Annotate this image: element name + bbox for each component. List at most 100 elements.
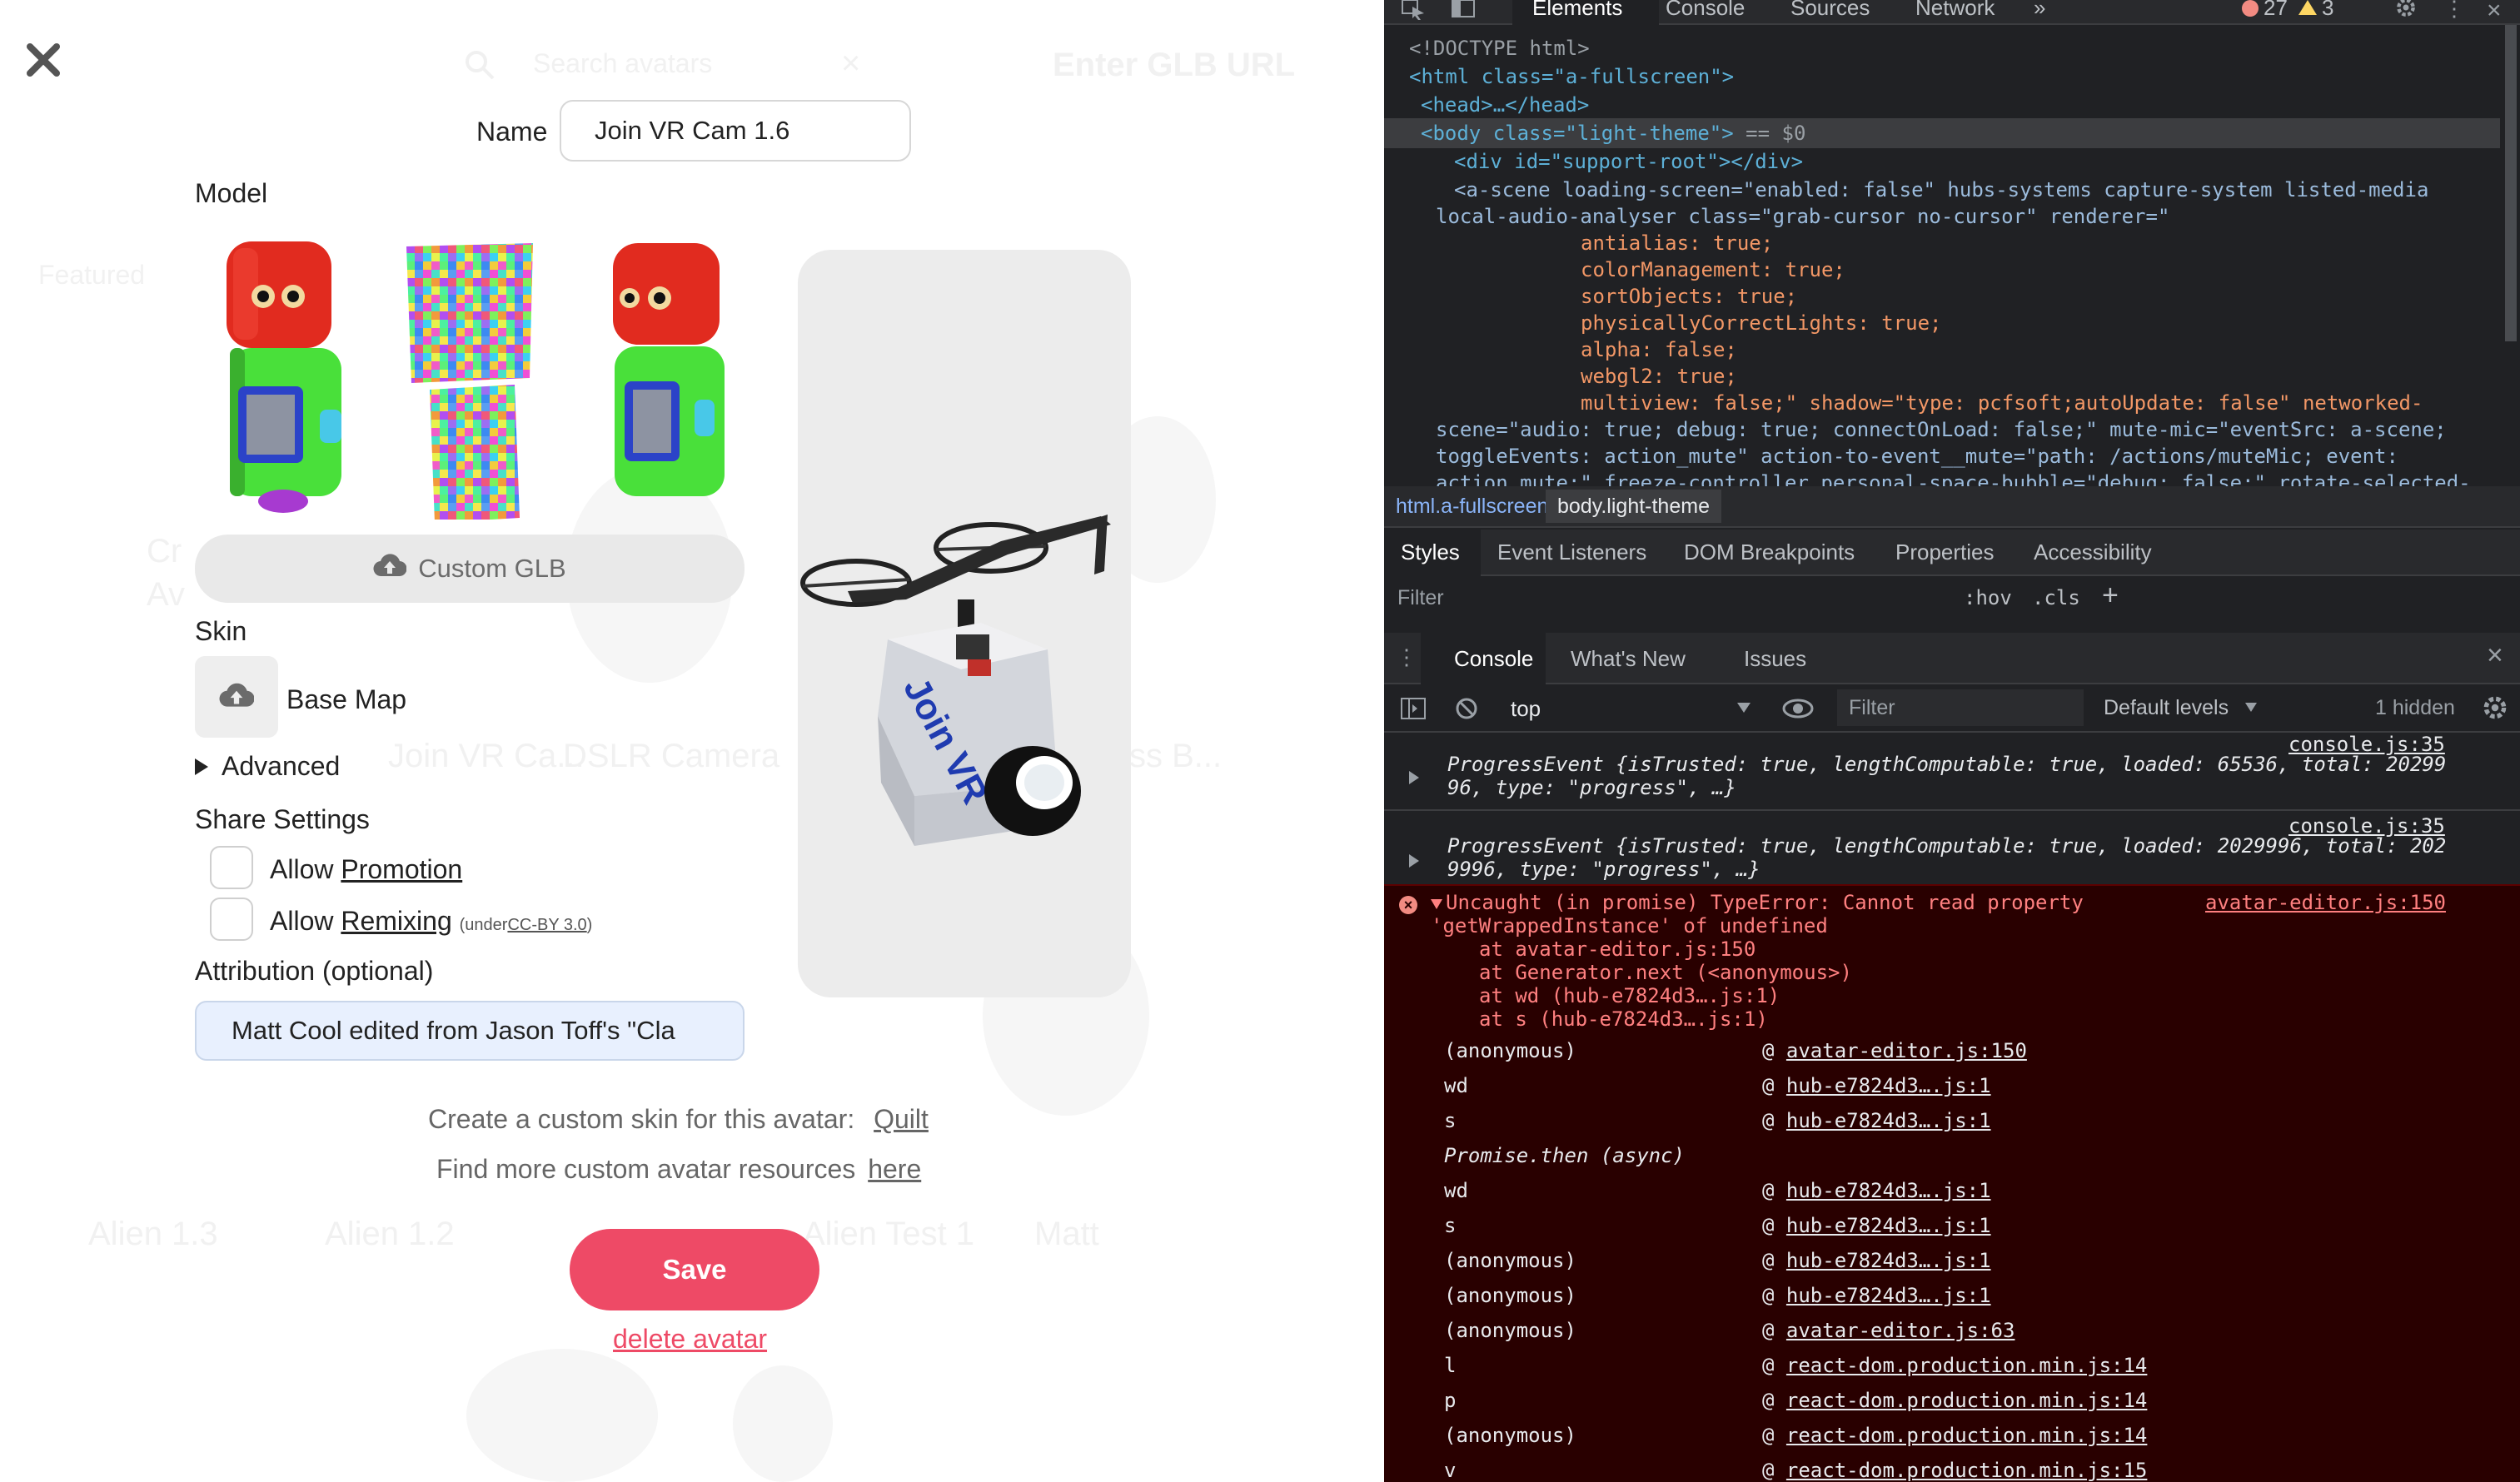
warning-count-icon[interactable] xyxy=(2298,0,2317,15)
allow-remixing-label: Allow Remixing (underCC-BY 3.0) xyxy=(270,906,592,937)
stack-frame-link[interactable]: hub-e7824d3….js:1 xyxy=(1786,1214,1991,1237)
chevron-down-icon[interactable] xyxy=(2245,703,2257,712)
inspect-element-icon[interactable] xyxy=(1401,0,1426,24)
console-settings-gear-icon[interactable] xyxy=(2482,694,2508,725)
head-node[interactable]: <head>…</head> xyxy=(1421,93,1589,117)
license-link[interactable]: CC-BY 3.0 xyxy=(507,916,586,934)
model-thumbnail-robot-side[interactable] xyxy=(596,236,763,520)
stack-frame-source[interactable]: @ react-dom.production.min.js:14 xyxy=(1762,1354,2147,1377)
error-stack-line[interactable]: at wd (hub-e7824d3….js:1) xyxy=(1479,984,1780,1007)
save-button[interactable]: Save xyxy=(570,1229,819,1310)
stack-frame-link[interactable]: hub-e7824d3….js:1 xyxy=(1786,1074,1991,1097)
close-devtools-icon[interactable]: × xyxy=(2487,0,2502,25)
stack-frame-source[interactable]: @ hub-e7824d3….js:1 xyxy=(1762,1249,1991,1272)
stack-frame-source[interactable]: @ hub-e7824d3….js:1 xyxy=(1762,1179,1991,1202)
cloud-upload-icon xyxy=(219,682,255,713)
tab-console[interactable]: Console xyxy=(1666,0,1745,21)
model-thumbnail-checker[interactable] xyxy=(390,236,556,523)
attribution-input[interactable]: Matt Cool edited from Jason Toff's "Cla xyxy=(195,1001,745,1061)
stack-frame-source[interactable]: @ avatar-editor.js:63 xyxy=(1762,1319,2015,1342)
error-count: 27 xyxy=(2264,0,2288,20)
avatar-preview[interactable]: Join VR xyxy=(798,250,1131,997)
stack-frame-name: (anonymous) xyxy=(1444,1319,1576,1342)
background-clear-icon: × xyxy=(841,45,861,82)
custom-glb-button[interactable]: Custom GLB xyxy=(195,535,745,603)
eye-icon[interactable] xyxy=(1782,698,1814,724)
expand-triangle-icon[interactable] xyxy=(1409,771,1419,784)
drawer-tab-whats-new[interactable]: What's New xyxy=(1571,646,1686,672)
error-count-icon[interactable] xyxy=(2242,0,2259,17)
stack-frame-link[interactable]: hub-e7824d3….js:1 xyxy=(1786,1109,1991,1132)
resources-link[interactable]: here xyxy=(868,1154,921,1184)
clear-console-icon[interactable] xyxy=(1454,696,1479,725)
stack-frame-link[interactable]: react-dom.production.min.js:14 xyxy=(1786,1389,2147,1412)
background-search-icon xyxy=(463,48,496,86)
name-input[interactable]: Join VR Cam 1.6 xyxy=(560,100,911,162)
styles-filter-input[interactable]: Filter xyxy=(1397,586,1980,610)
stack-frame-source[interactable]: @ react-dom.production.min.js:14 xyxy=(1762,1424,2147,1447)
tab-network[interactable]: Network xyxy=(1915,0,1995,21)
allow-remixing-checkbox[interactable] xyxy=(210,898,253,941)
drawer-tab-issues[interactable]: Issues xyxy=(1744,646,1806,672)
stack-frame-source[interactable]: @ hub-e7824d3….js:1 xyxy=(1762,1284,1991,1307)
log-levels-dropdown[interactable]: Default levels xyxy=(2104,696,2229,720)
tab-event-listeners[interactable]: Event Listeners xyxy=(1497,540,1646,565)
a-scene-line: local-audio-analyser class="grab-cursor … xyxy=(1436,205,2170,228)
html-node[interactable]: <html class="a-fullscreen"> xyxy=(1409,65,1734,88)
close-drawer-icon[interactable]: × xyxy=(2487,639,2503,672)
more-options-icon[interactable]: ⋮ xyxy=(2443,0,2465,19)
stack-frame-link[interactable]: react-dom.production.min.js:14 xyxy=(1786,1354,2147,1377)
stack-frame-source[interactable]: @ react-dom.production.min.js:15 xyxy=(1762,1459,2147,1482)
advanced-toggle[interactable]: Advanced xyxy=(195,751,340,782)
stack-frame-link[interactable]: hub-e7824d3….js:1 xyxy=(1786,1284,1991,1307)
tab-sources[interactable]: Sources xyxy=(1790,0,1870,21)
tab-accessibility[interactable]: Accessibility xyxy=(2034,540,2152,565)
allow-text: Allow xyxy=(270,906,334,936)
body-node[interactable]: <body class="light-theme"> == $0 xyxy=(1421,122,1805,145)
breadcrumb-body[interactable]: body.light-theme xyxy=(1546,490,1721,523)
error-source-link[interactable]: avatar-editor.js:150 xyxy=(2205,891,2446,914)
tab-properties[interactable]: Properties xyxy=(1895,540,1995,565)
stack-frame-source[interactable]: @ react-dom.production.min.js:14 xyxy=(1762,1389,2147,1412)
cls-toggle[interactable]: .cls xyxy=(2032,586,2080,609)
scene-attr-line: scene="audio: true; debug: true; connect… xyxy=(1436,418,2447,441)
stack-frame-source[interactable]: @ hub-e7824d3….js:1 xyxy=(1762,1214,1991,1237)
device-toolbar-icon[interactable] xyxy=(1451,0,1476,24)
promotion-link[interactable]: Promotion xyxy=(341,854,462,884)
sidebar-toggle-icon[interactable] xyxy=(1401,698,1426,724)
add-style-rule-icon[interactable]: + xyxy=(2102,579,2119,612)
allow-promotion-checkbox[interactable] xyxy=(210,846,253,889)
tab-dom-breakpoints[interactable]: DOM Breakpoints xyxy=(1684,540,1855,565)
chevron-down-icon[interactable] xyxy=(1737,703,1751,713)
expand-triangle-icon[interactable] xyxy=(1409,854,1419,868)
delete-avatar-link[interactable]: delete avatar xyxy=(613,1324,767,1355)
stack-frame-source[interactable]: @ hub-e7824d3….js:1 xyxy=(1762,1074,1991,1097)
stack-frame-link[interactable]: hub-e7824d3….js:1 xyxy=(1786,1249,1991,1272)
console-filter-input[interactable]: Filter xyxy=(1837,689,2084,726)
avatar-editor-panel: Search avatars × Enter GLB URL Featured … xyxy=(0,0,1384,1482)
breadcrumb-html[interactable]: html.a-fullscreen xyxy=(1396,495,1548,519)
context-selector[interactable]: top xyxy=(1511,696,1541,722)
model-thumbnail-robot[interactable] xyxy=(210,236,376,520)
error-stack-line[interactable]: at s (hub-e7824d3….js:1) xyxy=(1479,1007,1768,1031)
drawer-menu-icon[interactable]: ⋮ xyxy=(1396,644,1417,670)
close-icon[interactable] xyxy=(23,40,63,80)
collapse-triangle-icon[interactable] xyxy=(1431,899,1442,909)
stack-frame-source[interactable]: @ hub-e7824d3….js:1 xyxy=(1762,1109,1991,1132)
remixing-link[interactable]: Remixing xyxy=(341,906,451,936)
stack-frame-link[interactable]: react-dom.production.min.js:14 xyxy=(1786,1424,2147,1447)
more-tabs-icon[interactable]: » xyxy=(2034,0,2045,21)
hov-toggle[interactable]: :hov xyxy=(1964,586,2012,609)
elements-scrollbar[interactable] xyxy=(2505,25,2517,341)
stack-frame-link[interactable]: hub-e7824d3….js:1 xyxy=(1786,1179,1991,1202)
a-scene-node[interactable]: <a-scene loading-screen="enabled: false"… xyxy=(1454,178,2428,201)
stack-frame-source[interactable]: @ avatar-editor.js:150 xyxy=(1762,1039,2027,1062)
stack-frame-link[interactable]: avatar-editor.js:63 xyxy=(1786,1319,2015,1342)
quilt-link[interactable]: Quilt xyxy=(874,1104,929,1134)
base-map-upload-button[interactable] xyxy=(195,656,278,738)
stack-frame-link[interactable]: react-dom.production.min.js:15 xyxy=(1786,1459,2147,1482)
support-root-node[interactable]: <div id="support-root"></div> xyxy=(1454,150,1803,173)
settings-gear-icon[interactable] xyxy=(2393,0,2418,22)
stack-frame-link[interactable]: avatar-editor.js:150 xyxy=(1786,1039,2027,1062)
error-stack-line[interactable]: at avatar-editor.js:150 xyxy=(1479,937,1756,961)
